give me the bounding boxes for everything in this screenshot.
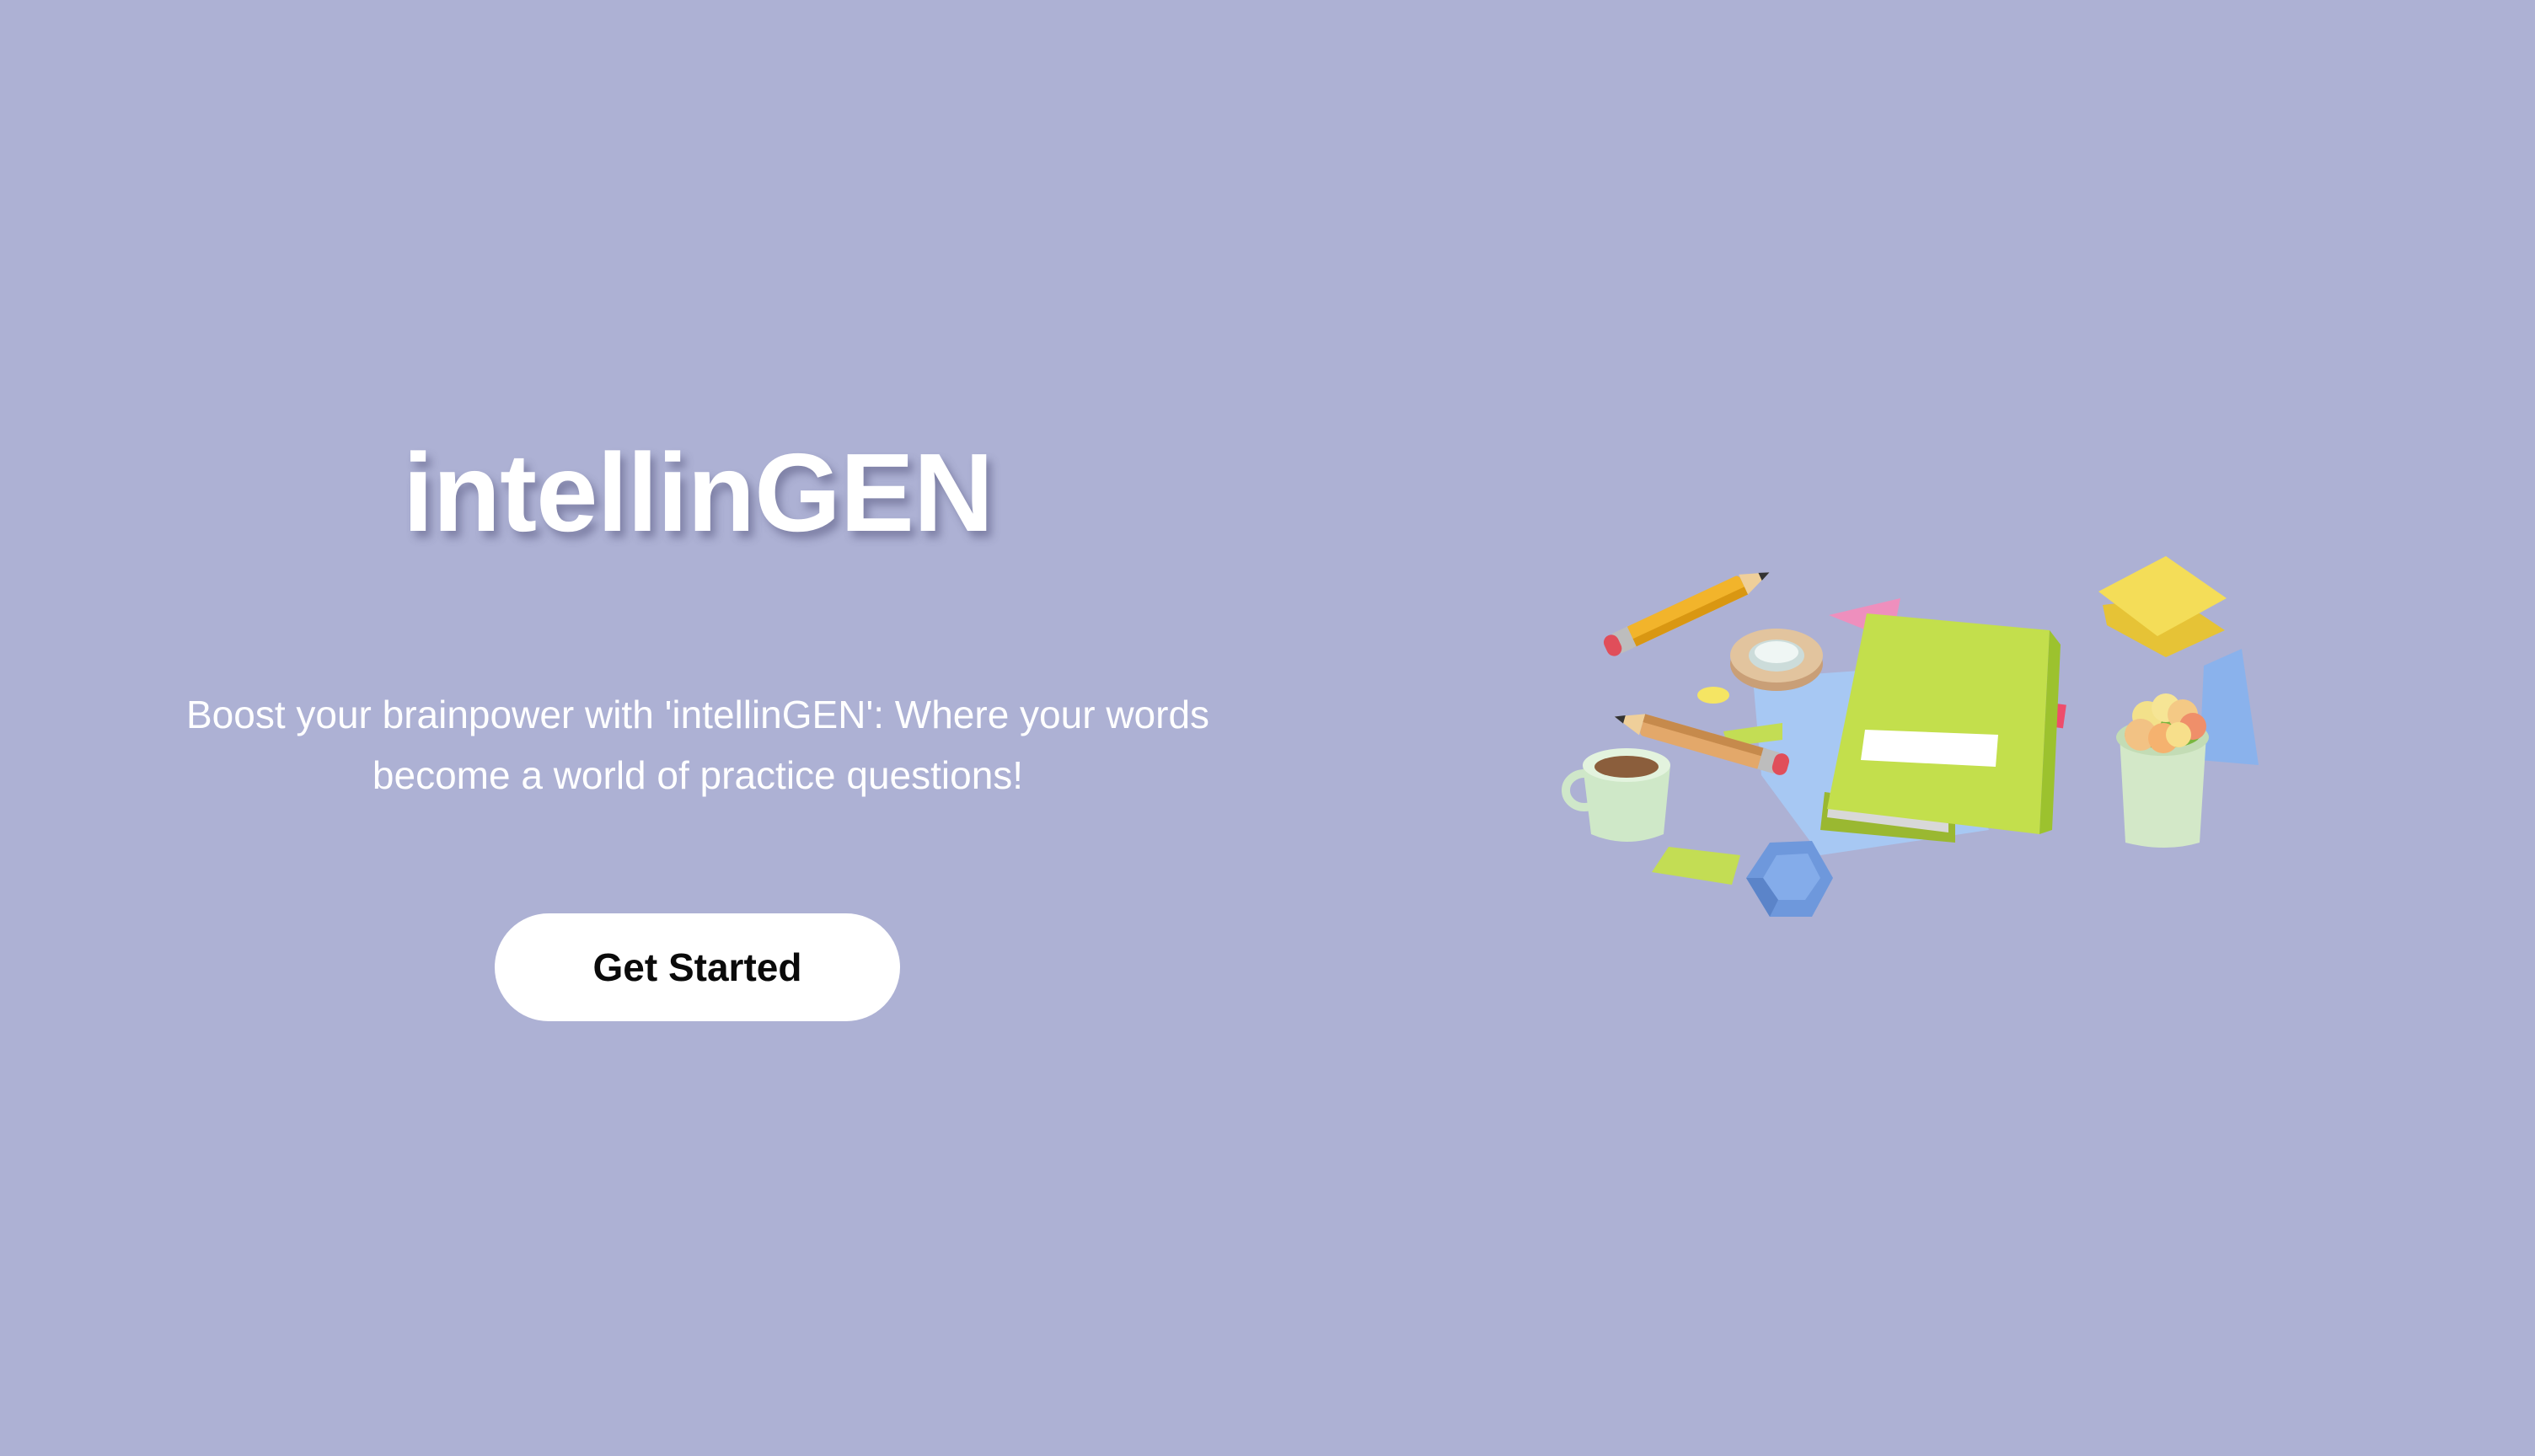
hero-section: intellinGEN Boost your brainpower with '…	[0, 0, 1396, 1456]
flower-pot-icon	[2116, 693, 2209, 848]
green-strip-shape	[1652, 847, 1740, 885]
blue-ruler-shape	[2200, 649, 2259, 765]
get-started-button[interactable]: Get Started	[495, 913, 900, 1021]
landing-page: intellinGEN Boost your brainpower with '…	[0, 0, 2535, 1456]
coffee-cup-icon	[1562, 748, 1670, 842]
green-book-icon	[1820, 613, 2061, 843]
tape-roll-icon	[1730, 629, 1823, 691]
app-title: intellinGEN	[402, 431, 994, 554]
sticky-notes-icon	[2098, 556, 2227, 657]
study-supplies-illustration-icon	[1562, 556, 2259, 917]
yellow-dot-shape	[1697, 687, 1729, 704]
hero-tagline: Boost your brainpower with 'intellinGEN'…	[185, 693, 1210, 797]
